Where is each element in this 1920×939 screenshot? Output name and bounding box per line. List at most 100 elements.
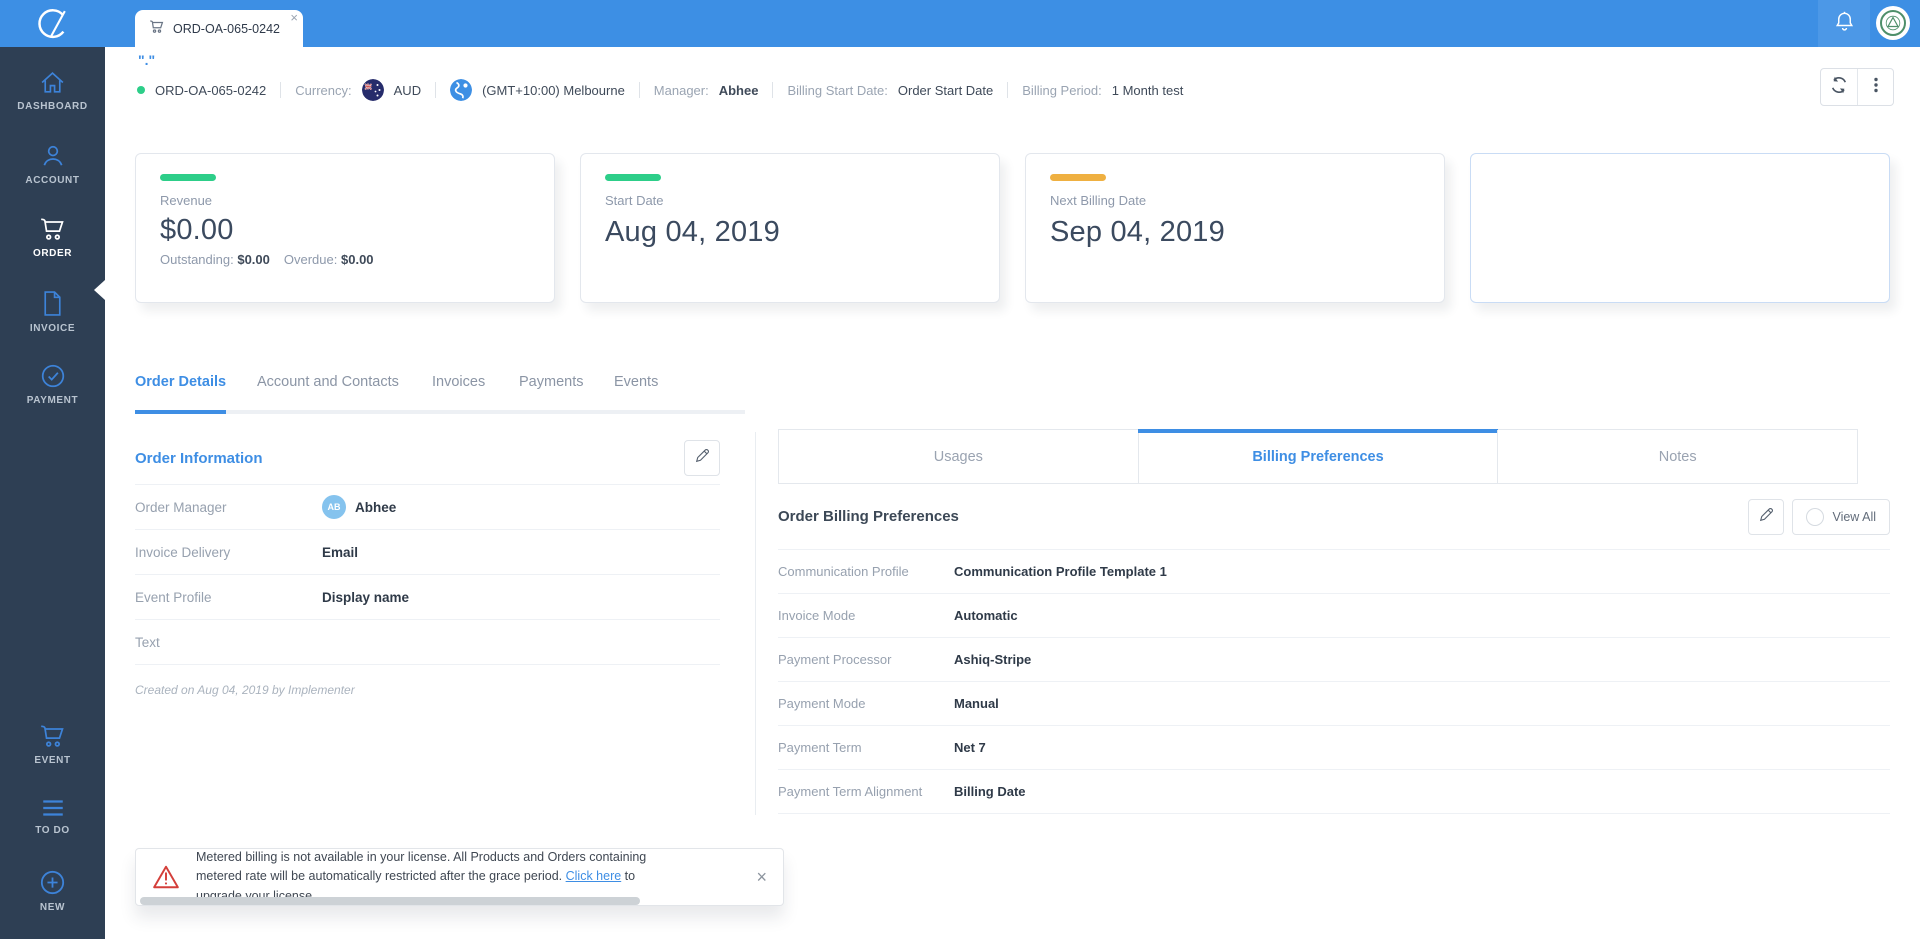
cart-icon	[149, 19, 165, 39]
bp-row-payment-mode: Payment Mode Manual	[778, 682, 1890, 726]
sidebar-item-todo[interactable]: TO DO	[0, 797, 105, 855]
sidebar-item-label: INVOICE	[29, 323, 76, 334]
row-label: Text	[135, 634, 160, 650]
upgrade-license-link[interactable]: Click here	[566, 869, 622, 883]
billing-panel-tabs: Usages Billing Preferences Notes	[778, 429, 1858, 484]
more-options-button[interactable]	[1857, 69, 1893, 105]
row-value: Communication Profile Template 1	[954, 564, 1167, 579]
document-icon	[41, 290, 64, 317]
edit-order-information-button[interactable]	[684, 440, 720, 476]
sidebar-item-account[interactable]: ACCOUNT	[0, 143, 105, 201]
sidebar: DASHBOARD ACCOUNT ORDER INVOICE PAYMENT …	[0, 47, 105, 939]
card-accent-bar	[160, 174, 216, 181]
billing-preferences-title: Order Billing Preferences	[778, 508, 959, 525]
home-icon	[39, 70, 66, 95]
empty-card	[1470, 153, 1890, 303]
row-label: Invoice Mode	[778, 608, 856, 623]
billing-start-label: Billing Start Date:	[787, 82, 888, 98]
sidebar-item-dashboard[interactable]: DASHBOARD	[0, 70, 105, 128]
order-information-header: Order Information	[135, 432, 720, 484]
edit-billing-preferences-button[interactable]	[1748, 498, 1785, 535]
card-label: Next Billing Date	[1050, 193, 1147, 208]
order-id: ORD-OA-065-0242	[155, 82, 267, 98]
order-name: "."	[138, 52, 156, 68]
billing-period-value: 1 Month test	[1111, 82, 1184, 98]
revenue-sub-row: Outstanding: $0.00 Overdue: $0.00	[160, 252, 530, 267]
row-value: Display name	[322, 589, 410, 605]
menu-icon	[40, 797, 66, 819]
tab-order-details[interactable]: Order Details	[135, 374, 227, 414]
toggle-circle-icon	[1806, 507, 1825, 526]
app-logo-icon[interactable]	[28, 5, 76, 43]
tab-billing-preferences[interactable]: Billing Preferences	[1137, 429, 1499, 483]
horizontal-scrollbar[interactable]	[140, 897, 640, 905]
order-information-rows: Order Manager AB Abhee Invoice Delivery …	[135, 484, 720, 665]
created-note: Created on Aug 04, 2019 by Implementer	[135, 683, 355, 697]
tab-close-icon[interactable]: ×	[290, 11, 298, 25]
kebab-menu-icon	[1867, 76, 1885, 99]
sidebar-item-order[interactable]: ORDER	[0, 216, 105, 274]
refresh-icon	[1828, 74, 1850, 101]
manager-label: Manager:	[653, 82, 709, 98]
sidebar-item-label: ACCOUNT	[25, 175, 80, 186]
tab-usages[interactable]: Usages	[779, 430, 1138, 483]
divider	[1007, 82, 1009, 98]
divider	[772, 82, 774, 98]
user-avatar[interactable]	[1876, 6, 1910, 40]
sidebar-item-label: NEW	[39, 902, 66, 913]
row-value: Email	[322, 544, 359, 560]
notifications-button[interactable]	[1818, 0, 1870, 47]
refresh-button[interactable]	[1821, 69, 1857, 105]
next-billing-date-value: Sep 04, 2019	[1050, 216, 1225, 248]
close-warning-icon[interactable]: ×	[756, 868, 767, 886]
tab-events[interactable]: Events	[614, 374, 658, 414]
next-billing-date-card: Next Billing Date Sep 04, 2019	[1025, 153, 1445, 303]
view-all-label: View All	[1832, 509, 1876, 524]
order-tab[interactable]: ORD-OA-065-0242 ×	[135, 10, 303, 47]
row-label: Invoice Delivery	[135, 544, 231, 560]
currency-value: AUD	[393, 82, 422, 98]
row-label: Payment Processor	[778, 652, 892, 667]
row-value: Billing Date	[954, 784, 1026, 799]
view-all-toggle[interactable]: View All	[1792, 498, 1890, 535]
billing-panel: Usages Billing Preferences Notes Order B…	[778, 429, 1890, 814]
info-row-invoice-delivery: Invoice Delivery Email	[135, 530, 720, 575]
globe-icon	[450, 79, 473, 101]
sidebar-item-event[interactable]: EVENT	[0, 723, 105, 781]
bell-icon	[1833, 9, 1856, 38]
tab-account-and-contacts[interactable]: Account and Contacts	[257, 374, 399, 414]
plus-circle-icon	[39, 869, 66, 896]
info-row-event-profile: Event Profile Display name	[135, 575, 720, 620]
bp-row-invoice-mode: Invoice Mode Automatic	[778, 594, 1890, 638]
row-label: Order Manager	[135, 499, 227, 515]
divider	[435, 82, 437, 98]
row-value: AB Abhee	[322, 495, 396, 519]
sidebar-item-label: PAYMENT	[26, 395, 79, 406]
bp-row-communication-profile: Communication Profile Communication Prof…	[778, 550, 1890, 594]
info-row-order-manager: Order Manager AB Abhee	[135, 485, 720, 530]
divider	[280, 82, 282, 98]
tab-invoices[interactable]: Invoices	[432, 374, 485, 414]
row-value: Manual	[954, 696, 999, 711]
sidebar-item-payment[interactable]: PAYMENT	[0, 363, 105, 421]
billing-period-label: Billing Period:	[1022, 82, 1102, 98]
avatar-emblem-icon	[1880, 10, 1906, 36]
card-label: Revenue	[160, 193, 213, 208]
tab-notes[interactable]: Notes	[1497, 430, 1858, 483]
order-tab-label: ORD-OA-065-0242	[173, 21, 280, 36]
bp-row-payment-processor: Payment Processor Ashiq-Stripe	[778, 638, 1890, 682]
row-label: Payment Term	[778, 740, 862, 755]
revenue-card: Revenue $0.00 Outstanding: $0.00 Overdue…	[135, 153, 555, 303]
manager-value: Abhee	[718, 82, 759, 98]
overdue-value: $0.00	[341, 252, 374, 267]
row-label: Event Profile	[135, 589, 212, 605]
warning-triangle-icon	[152, 864, 180, 890]
row-value: Ashiq-Stripe	[954, 652, 1032, 667]
manager-name: Abhee	[355, 499, 397, 515]
billing-preferences-actions: View All	[1748, 498, 1890, 535]
sidebar-item-new[interactable]: NEW	[0, 869, 105, 927]
sidebar-item-label: DASHBOARD	[17, 101, 88, 112]
card-accent-bar	[605, 174, 661, 181]
tab-payments[interactable]: Payments	[519, 374, 583, 414]
sidebar-item-invoice[interactable]: INVOICE	[0, 290, 105, 348]
